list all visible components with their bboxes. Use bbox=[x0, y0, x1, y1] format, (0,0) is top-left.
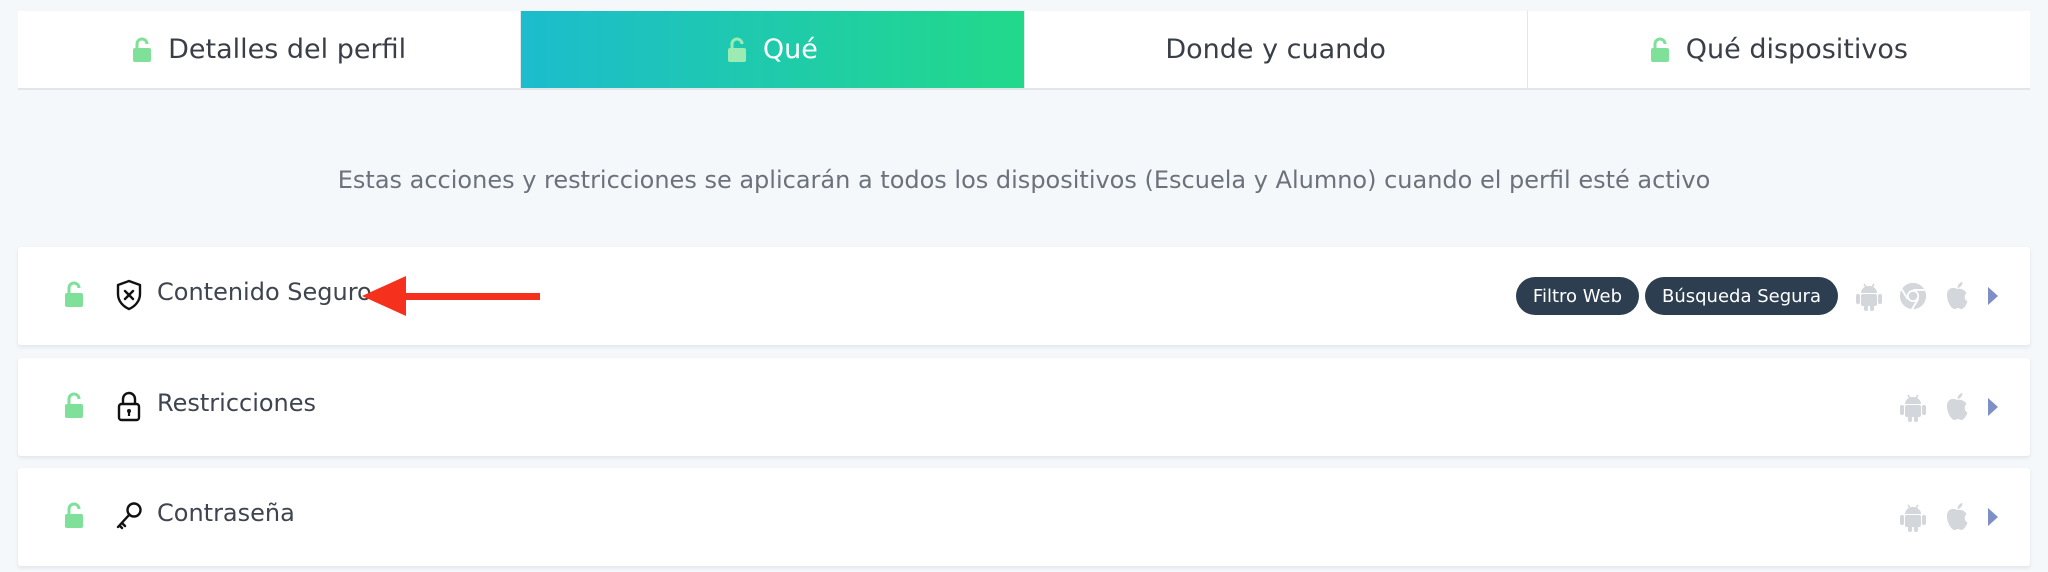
tab-que[interactable]: Qué bbox=[521, 11, 1025, 88]
unlock-icon bbox=[1650, 37, 1670, 63]
unlock-icon bbox=[132, 37, 152, 63]
chevron-right-icon[interactable] bbox=[1986, 285, 2000, 307]
row-meta bbox=[1898, 468, 2000, 566]
tag-busqueda-segura[interactable]: Búsqueda Segura bbox=[1645, 277, 1838, 315]
apple-icon bbox=[1942, 501, 1972, 533]
tab-que-dispositivos[interactable]: Qué dispositivos bbox=[1528, 11, 2030, 88]
unlock-icon bbox=[727, 37, 747, 63]
apple-icon bbox=[1942, 280, 1972, 312]
tag-list: Filtro Web Búsqueda Segura bbox=[1515, 277, 1838, 315]
tab-label: Qué bbox=[762, 34, 818, 65]
intro-text: Estas acciones y restricciones se aplica… bbox=[337, 166, 1711, 194]
tag-filtro-web[interactable]: Filtro Web bbox=[1515, 277, 1639, 315]
chrome-icon bbox=[1898, 280, 1928, 312]
android-icon bbox=[1854, 280, 1884, 312]
profile-tabs: Detalles del perfil Qué Donde y cuando Q… bbox=[18, 11, 2030, 90]
row-meta: Filtro Web Búsqueda Segura bbox=[1515, 247, 2000, 345]
padlock-icon bbox=[114, 390, 144, 422]
row-label: Contraseña bbox=[157, 499, 295, 527]
tab-label: Detalles del perfil bbox=[168, 34, 407, 65]
unlock-icon bbox=[64, 392, 84, 419]
row-contrasena[interactable]: Contraseña bbox=[18, 468, 2030, 566]
tab-donde-y-cuando[interactable]: Donde y cuando bbox=[1025, 11, 1528, 88]
tab-label: Donde y cuando bbox=[1165, 34, 1386, 65]
row-label: Contenido Seguro bbox=[157, 278, 372, 306]
annotation-arrow-icon bbox=[362, 276, 540, 316]
chevron-right-icon[interactable] bbox=[1986, 396, 2000, 418]
android-icon bbox=[1898, 501, 1928, 533]
unlock-icon bbox=[64, 281, 84, 308]
shield-x-icon bbox=[114, 279, 144, 311]
unlock-icon bbox=[64, 502, 84, 529]
apple-icon bbox=[1942, 391, 1972, 423]
row-restricciones[interactable]: Restricciones bbox=[18, 358, 2030, 456]
row-label: Restricciones bbox=[157, 389, 317, 417]
chevron-right-icon[interactable] bbox=[1986, 506, 2000, 528]
tab-detalles-del-perfil[interactable]: Detalles del perfil bbox=[18, 11, 522, 88]
key-icon bbox=[114, 500, 144, 532]
tab-label: Qué dispositivos bbox=[1685, 34, 1908, 65]
android-icon bbox=[1898, 391, 1928, 423]
row-contenido-seguro[interactable]: Contenido Seguro Filtro Web Búsqueda Seg… bbox=[18, 247, 2030, 345]
row-meta bbox=[1898, 358, 2000, 456]
